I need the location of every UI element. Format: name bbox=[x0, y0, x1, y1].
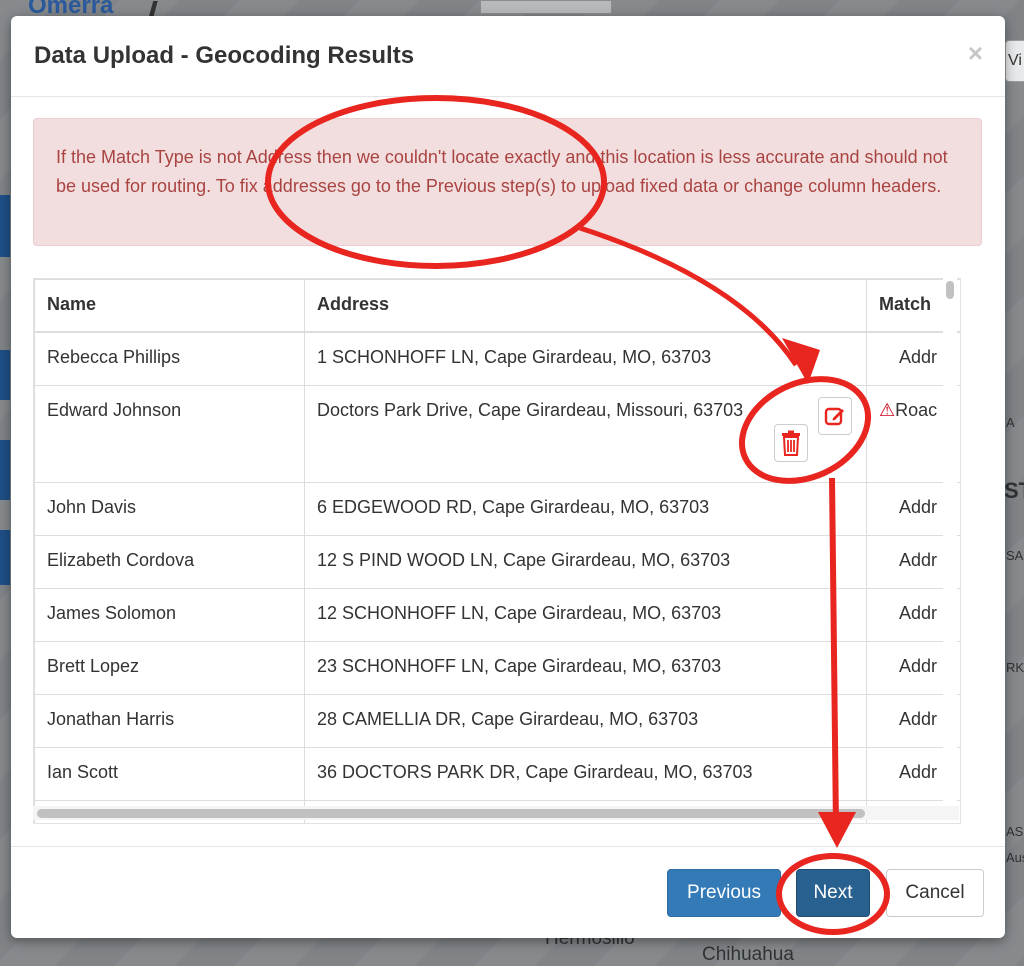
map-control-button[interactable]: Vi bbox=[1005, 40, 1024, 82]
table-row[interactable]: Ian Scott 36 DOCTORS PARK DR, Cape Girar… bbox=[34, 747, 960, 801]
cell-name: Elizabeth Cordova bbox=[34, 535, 305, 589]
results-table: Name Address Match Rebecca Phillips 1 SC… bbox=[34, 279, 960, 823]
modal-header: Data Upload - Geocoding Results × bbox=[11, 16, 1005, 97]
table-row[interactable]: Rebecca Phillips 1 SCHONHOFF LN, Cape Gi… bbox=[34, 331, 960, 386]
cell-name: Brett Lopez bbox=[34, 641, 305, 695]
horizontal-scrollbar-thumb[interactable] bbox=[37, 809, 865, 818]
table-header-row: Name Address Match bbox=[34, 279, 960, 333]
table-row[interactable]: Jonathan Harris 28 CAMELLIA DR, Cape Gir… bbox=[34, 694, 960, 748]
trash-icon bbox=[782, 430, 800, 456]
cell-name: James Solomon bbox=[34, 588, 305, 642]
modal-title: Data Upload - Geocoding Results bbox=[34, 42, 415, 69]
results-table-container[interactable]: Name Address Match Rebecca Phillips 1 SC… bbox=[33, 278, 961, 824]
horizontal-scrollbar[interactable] bbox=[33, 806, 959, 820]
cell-address: 1 SCHONHOFF LN, Cape Girardeau, MO, 6370… bbox=[304, 331, 867, 386]
cancel-button[interactable]: Cancel bbox=[886, 869, 984, 917]
cell-name: John Davis bbox=[34, 482, 305, 536]
geocoding-results-modal: Data Upload - Geocoding Results × If the… bbox=[11, 16, 1005, 938]
map-label-chihuahua: Chihuahua bbox=[702, 944, 794, 965]
map-label: ST bbox=[1004, 478, 1024, 503]
map-label: SA bbox=[1006, 548, 1024, 563]
vertical-scrollbar[interactable] bbox=[943, 278, 957, 822]
cell-address: 23 SCHONHOFF LN, Cape Girardeau, MO, 637… bbox=[304, 641, 867, 695]
map-label: RKL bbox=[1006, 660, 1024, 675]
map-side-tab[interactable] bbox=[0, 350, 10, 400]
close-button[interactable]: × bbox=[968, 40, 983, 66]
cell-address: 6 EDGEWOOD RD, Cape Girardeau, MO, 63703 bbox=[304, 482, 867, 536]
map-toolbar bbox=[480, 0, 612, 14]
edit-icon bbox=[824, 407, 844, 426]
cell-name: Rebecca Phillips bbox=[34, 331, 305, 386]
warning-icon: ⚠ bbox=[879, 400, 896, 420]
cell-address: 12 SCHONHOFF LN, Cape Girardeau, MO, 637… bbox=[304, 588, 867, 642]
table-row[interactable]: Brett Lopez 23 SCHONHOFF LN, Cape Girard… bbox=[34, 641, 960, 695]
cell-match-text: Roac bbox=[895, 400, 938, 420]
table-row[interactable]: James Solomon 12 SCHONHOFF LN, Cape Gira… bbox=[34, 588, 960, 642]
map-control-label: Vi bbox=[1008, 52, 1022, 69]
map-label: A bbox=[1006, 415, 1015, 430]
column-header-address[interactable]: Address bbox=[304, 279, 867, 333]
match-type-alert: If the Match Type is not Address then we… bbox=[33, 118, 982, 246]
map-side-tab[interactable] bbox=[0, 530, 10, 585]
cell-address: 12 S PIND WOOD LN, Cape Girardeau, MO, 6… bbox=[304, 535, 867, 589]
table-row[interactable]: Elizabeth Cordova 12 S PIND WOOD LN, Cap… bbox=[34, 535, 960, 589]
modal-footer: Previous Next Cancel bbox=[11, 846, 1005, 939]
previous-button[interactable]: Previous bbox=[667, 869, 781, 917]
cell-address: 36 DOCTORS PARK DR, Cape Girardeau, MO, … bbox=[304, 747, 867, 801]
map-side-tab[interactable] bbox=[0, 440, 10, 500]
cell-name: Ian Scott bbox=[34, 747, 305, 801]
column-header-name[interactable]: Name bbox=[34, 279, 305, 333]
cell-name: Jonathan Harris bbox=[34, 694, 305, 748]
map-side-tab[interactable] bbox=[0, 195, 10, 257]
map-label: AS bbox=[1006, 824, 1024, 839]
vertical-scrollbar-thumb[interactable] bbox=[946, 281, 954, 299]
delete-row-button[interactable] bbox=[774, 424, 808, 462]
cell-name: Edward Johnson bbox=[34, 385, 305, 483]
next-button[interactable]: Next bbox=[796, 869, 870, 917]
edit-row-button[interactable] bbox=[818, 397, 852, 435]
map-label: Aus bbox=[1006, 850, 1024, 865]
cell-address: 28 CAMELLIA DR, Cape Girardeau, MO, 6370… bbox=[304, 694, 867, 748]
table-row[interactable]: John Davis 6 EDGEWOOD RD, Cape Girardeau… bbox=[34, 482, 960, 536]
